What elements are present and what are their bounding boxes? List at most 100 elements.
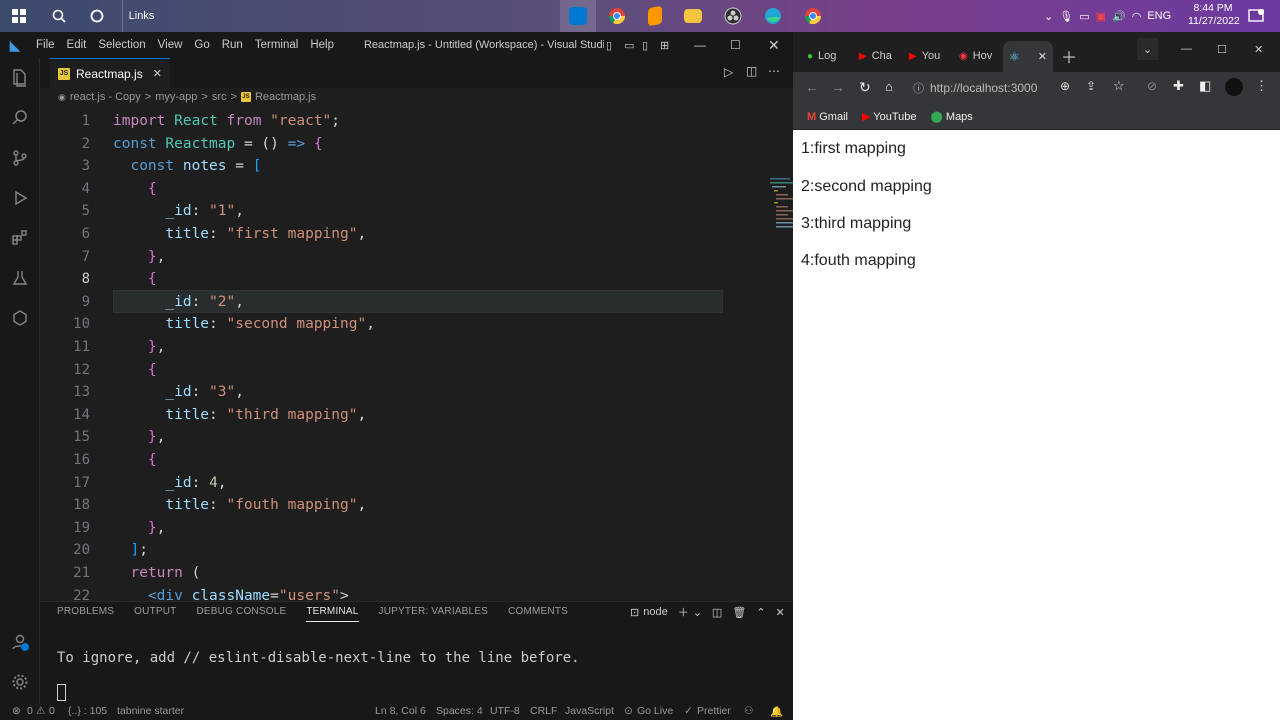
menu-file[interactable]: File [30,39,61,51]
split-editor-icon[interactable]: ◫ [746,64,757,78]
toggle-secondary-sidebar-icon[interactable]: ▯ [642,39,648,52]
code-line[interactable]: 14 title: "third mapping", [40,404,740,427]
explorer-icon[interactable] [8,66,32,90]
bookmark-star-icon[interactable]: ☆ [1113,78,1125,94]
tab-terminal[interactable]: TERMINAL [306,606,359,622]
tab-debug-console[interactable]: DEBUG CONSOLE [196,606,286,622]
close-icon[interactable]: ✕ [768,37,780,54]
breadcrumb-item[interactable]: myy-app [155,91,197,103]
kill-terminal-icon[interactable]: 🗑 [732,606,746,619]
menu-terminal[interactable]: Terminal [249,39,304,51]
bookmark-maps[interactable]: ⬤ Maps [931,110,973,123]
customize-layout-icon[interactable]: ⊞ [660,39,669,52]
extensions-icon[interactable] [8,226,32,250]
more-actions-icon[interactable]: ⋯ [768,64,780,78]
chrome-taskbar-icon[interactable] [600,0,634,32]
windows-start-icon[interactable] [8,0,30,32]
code-line[interactable]: 7 }, [40,246,740,269]
language-mode[interactable]: JavaScript [565,705,614,717]
tab-search-icon[interactable]: ⌄ [1137,38,1159,60]
tab-problems[interactable]: PROBLEMS [57,606,114,622]
code-line[interactable]: 6 title: "first mapping", [40,223,740,246]
settings-gear-icon[interactable] [8,670,32,694]
source-control-icon[interactable] [8,146,32,170]
code-line[interactable]: 9 _id: "2", [40,291,740,314]
tab-comments[interactable]: COMMENTS [508,606,568,622]
address-bar[interactable]: ⓘ http://localhost:3000 [913,76,1053,100]
encoding-setting[interactable]: UTF-8 [490,705,520,717]
new-terminal-icon[interactable]: ＋ [678,604,689,620]
notification-bell-icon[interactable]: 🔔 [770,705,783,718]
back-icon[interactable]: ← [805,79,819,95]
code-editor[interactable]: 1 import React from "react"; 2 const Reactm… [40,106,793,601]
warning-count[interactable]: 0 [49,705,55,717]
code-line[interactable]: 1 import React from "react"; [40,110,740,133]
terminal-shell-name[interactable]: node [643,606,667,618]
clock[interactable]: 8:44 PM 11/27/2022 [1188,2,1240,28]
chrome-tab[interactable]: ● Log [807,45,836,67]
search-icon[interactable] [48,0,70,32]
breadcrumb-item[interactable]: react.js - Copy [70,91,141,103]
prettier-status[interactable]: Prettier [697,705,731,717]
minimize-icon[interactable]: — [1181,38,1192,60]
code-line[interactable]: 2 const Reactmap = () => { [40,133,740,156]
toggle-panel-icon[interactable]: ▭ [624,39,634,52]
breadcrumb-item[interactable]: src [212,91,227,103]
bookmark-gmail[interactable]: M Gmail [807,111,848,123]
zoom-icon[interactable]: ⊕ [1060,79,1070,93]
menu-go[interactable]: Go [188,39,215,51]
tab-close-icon[interactable]: ✕ [153,67,162,80]
reload-icon[interactable]: ↻ [859,79,871,96]
obs-taskbar-icon[interactable] [716,0,750,32]
indentation-setting[interactable]: Spaces: 4 [436,705,483,717]
split-terminal-icon[interactable]: ◫ [712,606,722,619]
braces-indicator[interactable]: {..} : 105 [68,705,107,717]
code-line[interactable]: 15 }, [40,426,740,449]
cortana-icon[interactable] [86,0,108,32]
share-icon[interactable]: ⇪ [1086,79,1096,93]
vscode-taskbar-icon[interactable] [560,0,596,32]
code-line[interactable]: 3 const notes = [ [40,155,740,178]
side-panel-icon[interactable]: ◧ [1199,78,1211,94]
extension-icon[interactable]: ⊘ [1147,79,1157,93]
tab-reactmap[interactable]: JS Reactmap.js ✕ [50,58,170,88]
code-line[interactable]: 12 { [40,359,740,382]
code-line[interactable]: 11 }, [40,336,740,359]
minimize-icon[interactable]: — [694,38,706,52]
terminal-cursor[interactable] [57,684,66,701]
testing-icon[interactable] [8,266,32,290]
menu-selection[interactable]: Selection [92,39,151,51]
code-line[interactable]: 16 { [40,449,740,472]
chrome-menu-icon[interactable]: ⋮ [1255,78,1268,94]
volume-icon[interactable]: 🔊 [1112,10,1126,23]
accounts-icon[interactable] [8,630,32,654]
terminal-dropdown-icon[interactable]: ⌄ [693,606,702,619]
go-live-button[interactable]: Go Live [637,705,673,717]
run-debug-icon[interactable] [8,186,32,210]
code-line[interactable]: 4 { [40,178,740,201]
home-icon[interactable]: ⌂ [885,79,893,94]
menu-help[interactable]: Help [304,39,340,51]
tabnine-status[interactable]: tabnine starter [117,705,184,717]
tab-output[interactable]: OUTPUT [134,606,176,622]
network-icon[interactable]: ▭ [1079,10,1089,23]
pdf-icon[interactable]: ▣ [1096,10,1106,23]
chevron-up-icon[interactable]: ⌄ [1044,10,1053,23]
new-tab-button[interactable]: ＋ [1061,45,1077,67]
remote-explorer-icon[interactable] [8,306,32,330]
menu-view[interactable]: View [152,39,189,51]
chrome-tab[interactable]: ▶ Cha [859,45,892,67]
menu-run[interactable]: Run [216,39,249,51]
maximize-icon[interactable]: ☐ [1217,38,1227,60]
error-count-icon[interactable]: ⊗ [12,705,21,717]
notifications-icon[interactable] [1244,0,1268,32]
maximize-icon[interactable]: ☐ [730,38,741,52]
maximize-panel-icon[interactable]: ⌃ [756,606,765,619]
close-panel-icon[interactable]: ✕ [776,606,785,619]
tab-close-icon[interactable]: ✕ [1038,50,1047,63]
code-line[interactable]: 21 return ( [40,562,740,585]
code-line[interactable]: 13 _id: "3", [40,381,740,404]
language-indicator[interactable]: ENG [1147,10,1171,22]
sublime-taskbar-icon[interactable] [638,0,672,32]
breadcrumb-item[interactable]: Reactmap.js [255,91,316,103]
